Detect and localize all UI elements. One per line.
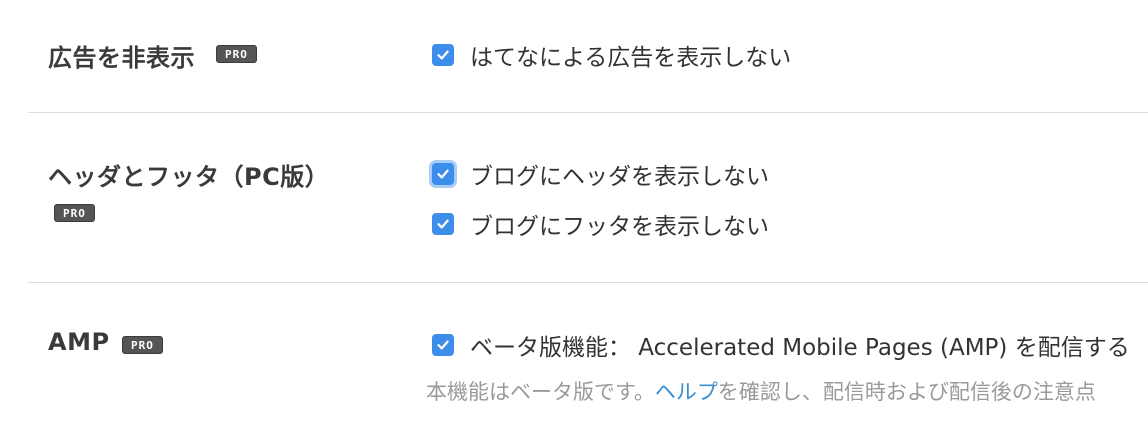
header-footer-pro-badge: PRO xyxy=(54,204,95,222)
hide-ads-option-label: はてなによる広告を表示しない xyxy=(470,45,792,71)
check-icon xyxy=(437,169,449,179)
hide-ads-checkbox[interactable] xyxy=(432,44,454,66)
help-link[interactable]: ヘルプ xyxy=(655,380,718,404)
section-divider xyxy=(28,112,1148,113)
hide-header-option[interactable]: ブログにヘッダを表示しない xyxy=(432,157,769,191)
hide-ads-title: 広告を非表示 xyxy=(48,44,195,72)
hide-footer-checkbox[interactable] xyxy=(432,213,454,235)
check-icon xyxy=(437,340,449,350)
amp-note-prefix: 本機能はベータ版です。 xyxy=(426,380,655,404)
hide-header-option-label: ブログにヘッダを表示しない xyxy=(470,164,769,190)
hide-ads-pro-badge: PRO xyxy=(216,45,257,63)
amp-note: 本機能はベータ版です。ヘルプを確認し、配信時および配信後の注意点 xyxy=(426,376,1096,406)
amp-option[interactable]: ベータ版機能： Accelerated Mobile Pages (AMP) を… xyxy=(432,328,1130,362)
amp-note-suffix: を確認し、配信時および配信後の注意点 xyxy=(717,380,1096,404)
hide-footer-option-label: ブログにフッタを表示しない xyxy=(470,214,769,240)
check-icon xyxy=(437,50,449,60)
section-divider xyxy=(28,282,1148,283)
amp-checkbox[interactable] xyxy=(432,334,454,356)
amp-pro-badge: PRO xyxy=(122,336,163,354)
hide-footer-option[interactable]: ブログにフッタを表示しない xyxy=(432,207,769,241)
amp-title: AMP xyxy=(48,328,110,356)
settings-page: 広告を非表示 PRO はてなによる広告を表示しない ヘッダとフッタ（PC版） P… xyxy=(0,0,1148,444)
check-icon xyxy=(437,219,449,229)
header-footer-title: ヘッダとフッタ（PC版） xyxy=(48,163,330,191)
amp-option-label: ベータ版機能： Accelerated Mobile Pages (AMP) を… xyxy=(470,335,1130,361)
hide-ads-option[interactable]: はてなによる広告を表示しない xyxy=(432,38,791,72)
hide-header-checkbox[interactable] xyxy=(432,163,454,185)
